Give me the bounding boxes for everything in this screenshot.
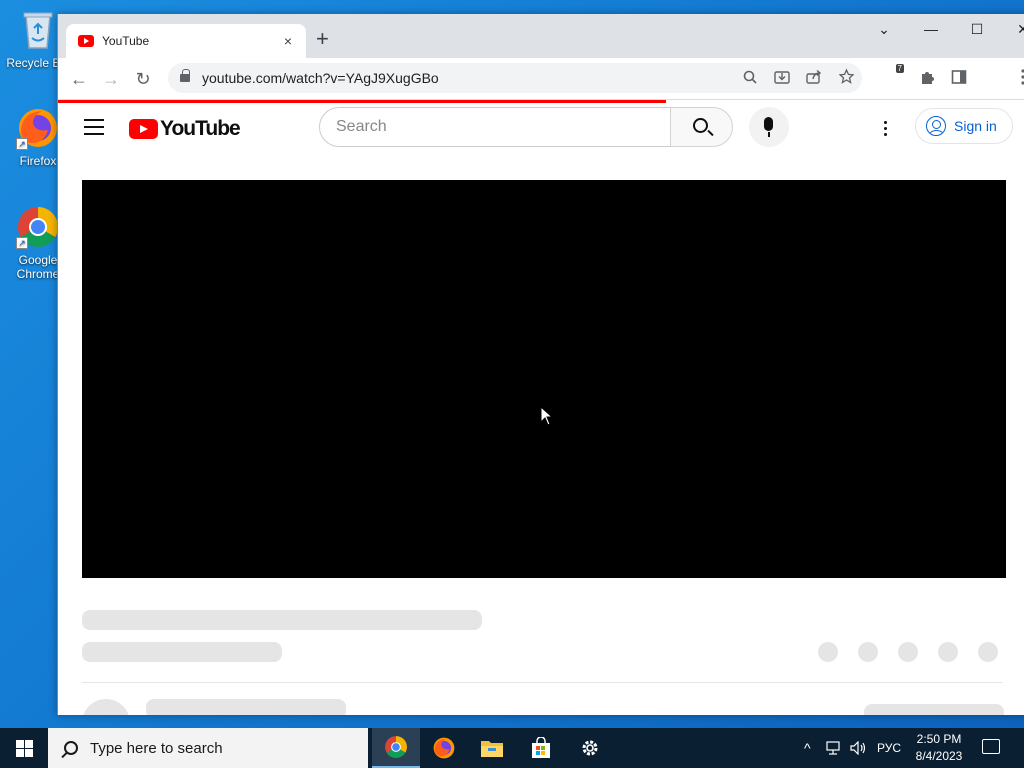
subscribe-skeleton (864, 704, 1004, 715)
taskbar-app-firefox[interactable] (420, 728, 468, 768)
tab-close-button[interactable]: × (280, 33, 296, 49)
close-window-button[interactable]: ✕ (1000, 20, 1024, 38)
tab-title: YouTube (102, 34, 150, 48)
guide-menu-icon[interactable] (84, 119, 104, 135)
taskbar-app-chrome[interactable] (372, 728, 420, 768)
install-app-icon[interactable] (766, 70, 798, 87)
tab-search-button[interactable]: ⌄ (861, 20, 907, 38)
firefox-icon (433, 737, 455, 759)
windows-taskbar: Type here to search ^ РУС 2:50 PM 8/4/20… (0, 728, 1024, 768)
microphone-icon (764, 117, 773, 131)
taskbar-search-placeholder: Type here to search (90, 739, 223, 757)
back-button[interactable]: ← (66, 66, 92, 92)
gear-icon (582, 740, 598, 756)
show-hidden-icons-button[interactable]: ^ (804, 728, 811, 768)
recycle-bin-icon (16, 8, 60, 52)
chrome-menu-icon[interactable] (1012, 69, 1024, 91)
shortcut-arrow-icon: ↗ (16, 237, 28, 249)
mouse-cursor-icon (540, 406, 554, 426)
clock-time: 2:50 PM (916, 732, 962, 746)
ublock-extension-icon[interactable]: 7 (887, 64, 909, 91)
share-icon[interactable] (798, 69, 830, 87)
maximize-button[interactable]: ☐ (954, 20, 1000, 38)
meta-skeleton (82, 642, 282, 662)
taskbar-app-file-explorer[interactable] (468, 728, 516, 768)
youtube-header: YouTube Sign in (58, 103, 1024, 153)
tab-strip: YouTube × + ⌄ — ☐ ✕ (58, 14, 1024, 58)
address-bar[interactable]: youtube.com/watch?v=YAgJ9XugGBo (168, 63, 862, 93)
search-icon (693, 118, 708, 133)
chrome-icon (385, 736, 407, 758)
start-button[interactable] (0, 728, 48, 768)
windows-logo-icon (16, 740, 33, 757)
folder-icon (481, 741, 503, 757)
youtube-favicon-icon (78, 35, 94, 47)
profile-avatar-icon[interactable] (980, 69, 1002, 91)
voice-search-button[interactable] (749, 107, 789, 147)
action-skeleton (858, 642, 878, 662)
action-skeleton (818, 642, 838, 662)
chrome-icon: ↗ (16, 205, 60, 249)
input-language-indicator[interactable]: РУС (877, 728, 901, 768)
search-button[interactable] (670, 107, 733, 147)
url-text[interactable]: youtube.com/watch?v=YAgJ9XugGBo (202, 70, 734, 86)
action-center-icon[interactable] (982, 739, 1000, 754)
side-panel-icon[interactable] (948, 69, 970, 91)
volume-icon[interactable] (850, 728, 868, 768)
account-circle-icon (926, 116, 946, 136)
zoom-search-icon[interactable] (734, 70, 766, 87)
action-skeleton (898, 642, 918, 662)
tab-youtube[interactable]: YouTube × (66, 24, 306, 58)
settings-more-icon[interactable] (884, 121, 888, 139)
channel-avatar-skeleton (82, 699, 130, 715)
taskbar-app-settings[interactable] (566, 728, 614, 768)
content-divider (82, 682, 1003, 683)
action-skeleton (978, 642, 998, 662)
browser-toolbar: ← → ↻ youtube.com/watch?v=YAgJ9XugGBo 7 (58, 58, 1024, 100)
clock-date: 8/4/2023 (915, 749, 963, 763)
taskbar-search-box[interactable]: Type here to search (48, 728, 368, 768)
taskbar-app-microsoft-store[interactable] (517, 728, 565, 768)
channel-name-skeleton (146, 699, 346, 715)
search-icon (64, 741, 78, 755)
video-player[interactable] (82, 180, 1006, 578)
extensions-puzzle-icon[interactable] (917, 69, 939, 91)
youtube-logo-text: YouTube (160, 117, 241, 140)
search-field-container (319, 107, 671, 147)
lock-icon[interactable] (180, 69, 190, 82)
forward-button[interactable]: → (98, 66, 124, 92)
action-skeleton (938, 642, 958, 662)
system-clock[interactable]: 2:50 PM 8/4/2023 (906, 731, 972, 765)
store-bag-icon (532, 737, 550, 758)
sign-in-label: Sign in (954, 118, 997, 134)
search-input[interactable] (336, 118, 670, 136)
title-skeleton (82, 610, 482, 630)
minimize-button[interactable]: — (908, 20, 954, 38)
sign-in-button[interactable]: Sign in (915, 108, 1013, 144)
ublock-badge: 7 (895, 64, 904, 73)
network-icon[interactable] (826, 728, 844, 768)
reload-button[interactable]: ↻ (130, 66, 156, 92)
new-tab-button[interactable]: + (316, 28, 329, 50)
youtube-play-logo-icon (129, 119, 158, 139)
firefox-icon: ↗ (16, 106, 60, 150)
shortcut-arrow-icon: ↗ (16, 138, 28, 150)
youtube-logo[interactable]: YouTube (129, 117, 241, 141)
chrome-window: YouTube × + ⌄ — ☐ ✕ ← → ↻ youtube.com/wa… (57, 14, 1024, 715)
bookmark-star-icon[interactable] (830, 68, 862, 87)
